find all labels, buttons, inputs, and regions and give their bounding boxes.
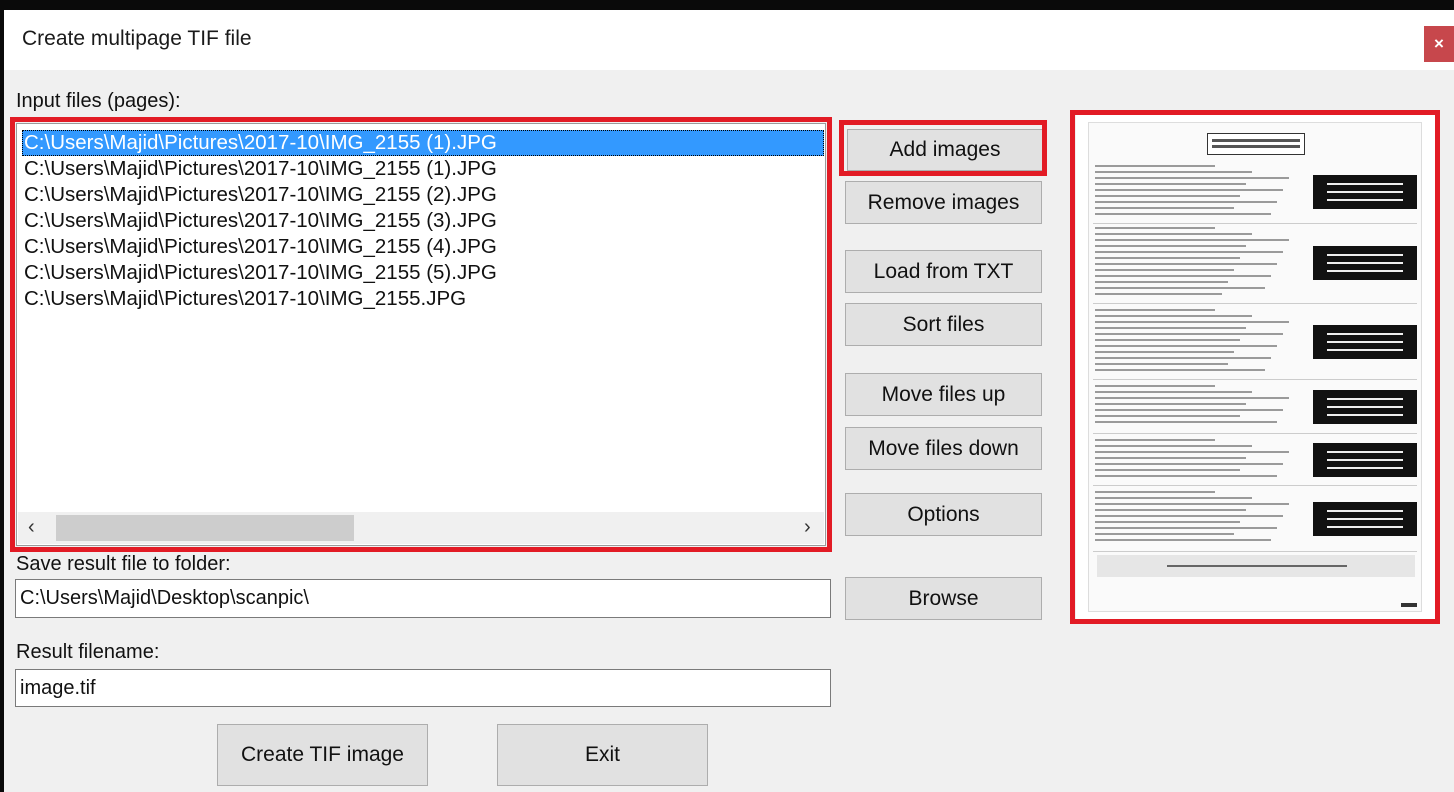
horizontal-scrollbar[interactable]: ‹ › bbox=[18, 512, 824, 544]
move-files-down-button[interactable]: Move files down bbox=[845, 427, 1042, 470]
preview-footer bbox=[1097, 555, 1415, 577]
remove-images-button[interactable]: Remove images bbox=[845, 181, 1042, 224]
sort-files-button[interactable]: Sort files bbox=[845, 303, 1042, 346]
preview-section bbox=[1093, 435, 1417, 486]
file-list-item[interactable]: C:\Users\Majid\Pictures\2017-10\IMG_2155… bbox=[22, 156, 824, 182]
close-icon: × bbox=[1434, 34, 1444, 53]
page-preview bbox=[1076, 114, 1436, 624]
preview-page-image bbox=[1088, 122, 1422, 612]
scroll-right-icon[interactable]: › bbox=[804, 516, 811, 539]
file-list-item[interactable]: C:\Users\Majid\Pictures\2017-10\IMG_2155… bbox=[22, 260, 824, 286]
load-from-txt-button[interactable]: Load from TXT bbox=[845, 250, 1042, 293]
result-filename-value: image.tif bbox=[20, 676, 96, 699]
file-list-item[interactable]: C:\Users\Majid\Pictures\2017-10\IMG_2155… bbox=[22, 234, 824, 260]
add-images-button[interactable]: Add images bbox=[847, 129, 1043, 171]
preview-section bbox=[1093, 161, 1417, 224]
scrollbar-thumb[interactable] bbox=[56, 515, 354, 541]
file-list-item[interactable]: C:\Users\Majid\Pictures\2017-10\IMG_2155… bbox=[22, 208, 824, 234]
preview-section bbox=[1093, 487, 1417, 552]
options-button[interactable]: Options bbox=[845, 493, 1042, 536]
preview-section bbox=[1093, 223, 1417, 304]
tif-dialog-window: Create multipage TIF file × Input files … bbox=[4, 10, 1454, 792]
exit-button[interactable]: Exit bbox=[497, 724, 708, 786]
window-title: Create multipage TIF file bbox=[22, 27, 252, 50]
save-folder-value: C:\Users\Majid\Desktop\scanpic\ bbox=[20, 587, 309, 609]
result-filename-input[interactable]: image.tif bbox=[15, 669, 831, 707]
preview-section bbox=[1093, 381, 1417, 434]
save-folder-input[interactable]: C:\Users\Majid\Desktop\scanpic\ bbox=[15, 579, 831, 618]
preview-section bbox=[1093, 305, 1417, 380]
move-files-up-button[interactable]: Move files up bbox=[845, 373, 1042, 416]
file-list-item[interactable]: C:\Users\Majid\Pictures\2017-10\IMG_2155… bbox=[22, 182, 824, 208]
input-files-label: Input files (pages): bbox=[16, 90, 181, 112]
title-bar: Create multipage TIF file × bbox=[4, 10, 1454, 70]
preview-title-block bbox=[1207, 133, 1305, 155]
result-filename-label: Result filename: bbox=[16, 641, 160, 663]
save-folder-label: Save result file to folder: bbox=[16, 553, 231, 575]
create-tif-button[interactable]: Create TIF image bbox=[217, 724, 428, 786]
input-files-list[interactable]: C:\Users\Majid\Pictures\2017-10\IMG_2155… bbox=[16, 123, 826, 546]
browse-button[interactable]: Browse bbox=[845, 577, 1042, 620]
file-list-item[interactable]: C:\Users\Majid\Pictures\2017-10\IMG_2155… bbox=[22, 286, 824, 312]
file-list-item[interactable]: C:\Users\Majid\Pictures\2017-10\IMG_2155… bbox=[22, 130, 824, 156]
scroll-left-icon[interactable]: ‹ bbox=[28, 516, 35, 539]
preview-page-number bbox=[1401, 603, 1417, 607]
close-button[interactable]: × bbox=[1424, 26, 1454, 62]
